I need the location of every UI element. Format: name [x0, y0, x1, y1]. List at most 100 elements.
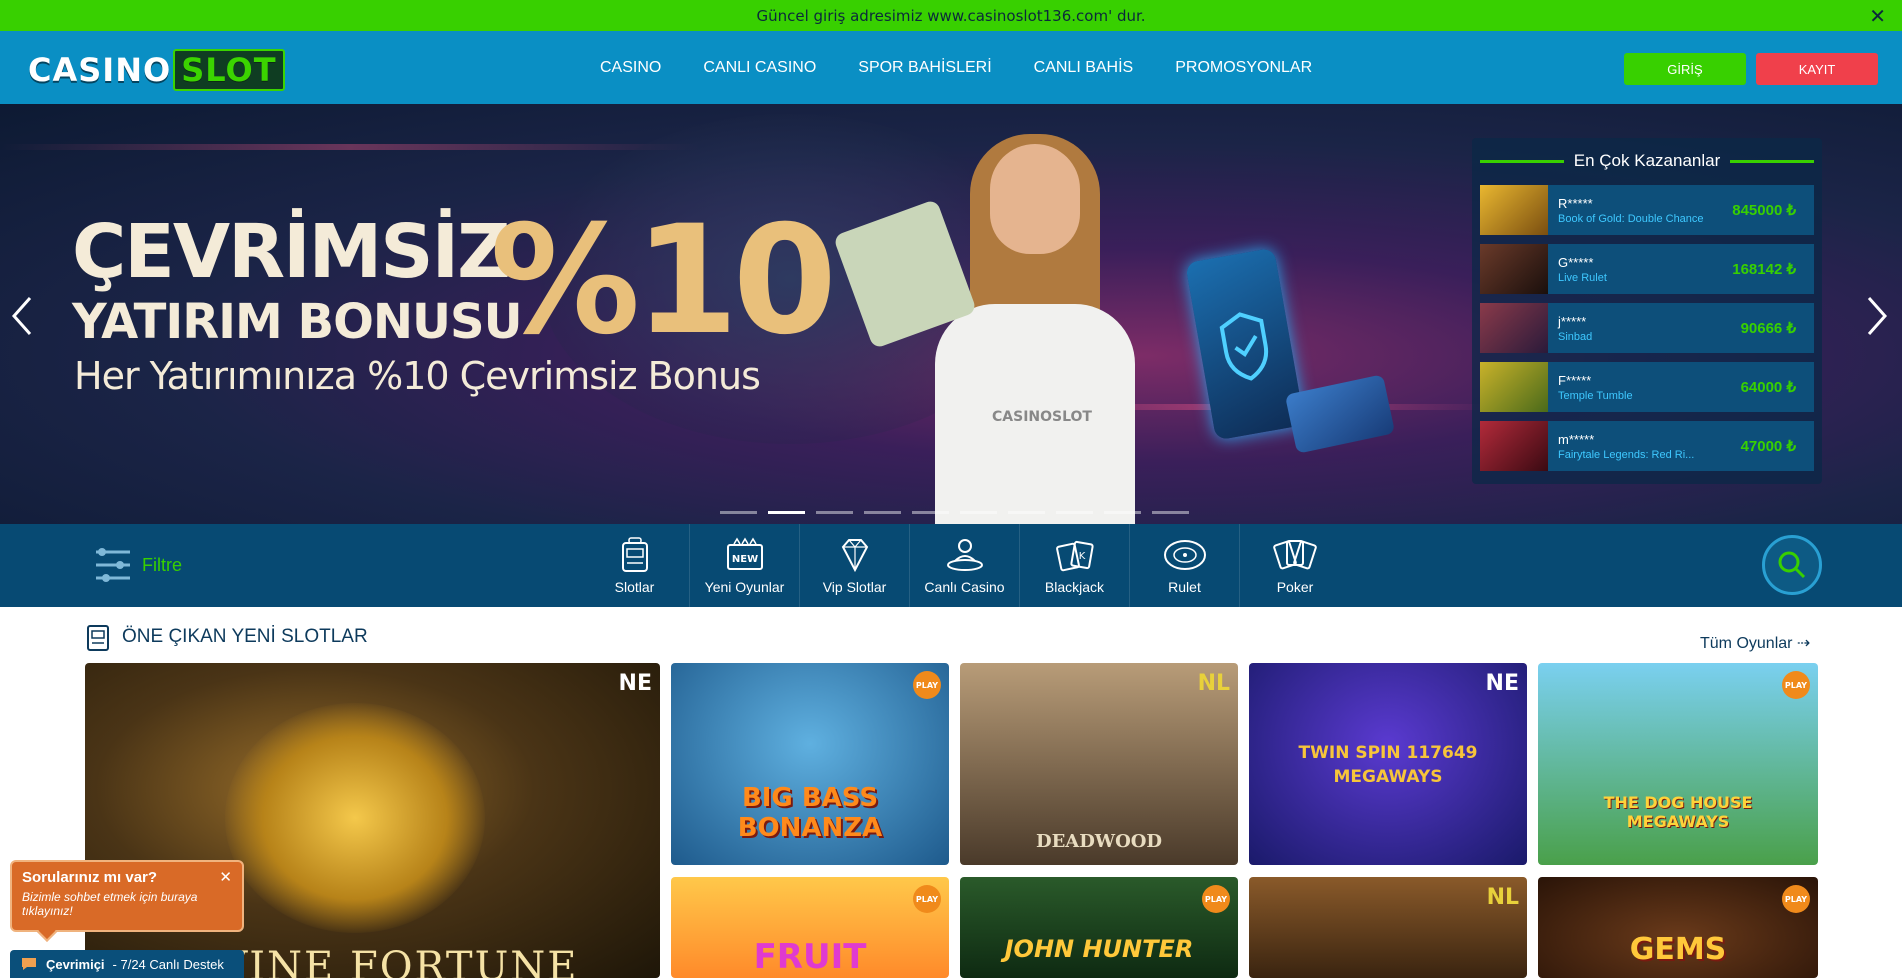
search-button[interactable]	[1762, 535, 1822, 595]
winner-user: G*****	[1558, 254, 1594, 270]
nav-canli-bahis[interactable]: CANLI BAHİS	[1034, 59, 1134, 77]
slider-dot[interactable]	[1152, 511, 1189, 514]
winner-row[interactable]: R***** Book of Gold: Double Chance 84500…	[1480, 185, 1814, 235]
category-vip-slotlar[interactable]: Vip Slotlar	[800, 524, 910, 607]
online-status: Çevrimiçi	[46, 956, 105, 972]
slider-dot-active[interactable]	[768, 511, 805, 514]
category-canli-casino[interactable]: Canlı Casino	[910, 524, 1020, 607]
category-blackjack[interactable]: K Blackjack	[1020, 524, 1130, 607]
game-tile[interactable]: PLAY BIG BASS BONANZA	[671, 663, 949, 865]
hero-model-image: CASINOSLOT	[832, 134, 1180, 524]
game-tile[interactable]: NL DEADWOOD	[960, 663, 1238, 865]
winner-game: Sinbad	[1558, 330, 1593, 343]
category-rulet[interactable]: Rulet	[1130, 524, 1240, 607]
provider-badge: PLAY	[913, 671, 941, 699]
slider-dot[interactable]	[960, 511, 997, 514]
slider-dot[interactable]	[912, 511, 949, 514]
shirt-logo: CASINOSLOT	[992, 409, 1092, 425]
announcement-text: Güncel giriş adresimiz www.casinoslot136…	[756, 6, 1146, 25]
winner-amount: 64000 ₺	[1740, 379, 1796, 396]
close-icon[interactable]: ✕	[219, 868, 232, 886]
live-support-bar[interactable]: Çevrimiçi - 7/24 Canlı Destek	[10, 950, 244, 978]
svg-text:NEW: NEW	[731, 554, 757, 565]
pegasus-graphic	[225, 703, 485, 933]
dealer-icon	[946, 538, 983, 571]
game-title: GEMS	[1629, 932, 1727, 967]
winner-row[interactable]: F***** Temple Tumble 64000 ₺	[1480, 362, 1814, 412]
game-thumbnail	[1480, 303, 1548, 353]
game-tile[interactable]: NL	[1249, 877, 1527, 978]
nav-casino[interactable]: CASINO	[600, 59, 661, 77]
winner-amount: 47000 ₺	[1740, 438, 1796, 455]
credit-card-graphic	[1284, 374, 1396, 454]
slider-dot[interactable]	[720, 511, 757, 514]
main-nav: CASINO CANLI CASINO SPOR BAHİSLERİ CANLI…	[600, 31, 1354, 104]
game-title: JOHN HUNTER	[1004, 935, 1194, 963]
chat-bubble-icon	[22, 958, 36, 970]
game-tile[interactable]: PLAY FRUIT	[671, 877, 949, 978]
game-thumbnail	[1480, 421, 1548, 471]
winner-user: F*****	[1558, 372, 1592, 388]
slot-machine-icon	[621, 536, 648, 572]
search-icon	[1778, 551, 1806, 579]
chevron-right-icon[interactable]	[1865, 294, 1889, 349]
provider-badge: NL	[1486, 885, 1519, 910]
slider-dot[interactable]	[1008, 511, 1045, 514]
slider-dot[interactable]	[1104, 511, 1141, 514]
all-games-link[interactable]: Tüm Oyunlar ⇢	[1700, 633, 1810, 653]
provider-badge: PLAY	[1782, 671, 1810, 699]
hero-banner[interactable]: ÇEVRİMSİZ YATIRIM BONUSU %10 Her Yatırım…	[0, 104, 1902, 524]
winner-game: Live Rulet	[1558, 271, 1607, 284]
site-header: CASINO SLOT CASINO CANLI CASINO SPOR BAH…	[0, 31, 1902, 104]
divider	[1480, 159, 1564, 163]
register-button[interactable]: KAYIT	[1756, 53, 1878, 85]
game-tile[interactable]: PLAY JOHN HUNTER	[960, 877, 1238, 978]
slider-dot[interactable]	[864, 511, 901, 514]
light-streak	[0, 144, 700, 150]
filter-button[interactable]: Filtre	[92, 544, 182, 586]
cards-icon: K	[1055, 540, 1094, 571]
winner-row[interactable]: m***** Fairytale Legends: Red Ri... 4700…	[1480, 421, 1814, 471]
provider-badge: PLAY	[1202, 885, 1230, 913]
sliders-icon	[96, 548, 130, 582]
announcement-bar: Güncel giriş adresimiz www.casinoslot136…	[0, 0, 1902, 31]
roulette-icon	[1163, 539, 1206, 570]
winner-user: m*****	[1558, 431, 1595, 447]
site-logo[interactable]: CASINO SLOT	[28, 49, 285, 91]
winner-row[interactable]: j***** Sinbad 90666 ₺	[1480, 303, 1814, 353]
provider-badge: NL	[1197, 671, 1230, 696]
filter-label: Filtre	[142, 554, 182, 575]
game-thumbnail	[1480, 244, 1548, 294]
slider-dot[interactable]	[816, 511, 853, 514]
winner-game: Book of Gold: Double Chance	[1558, 212, 1704, 225]
slot-machine-icon	[87, 625, 109, 651]
nav-canli-casino[interactable]: CANLI CASINO	[703, 59, 816, 77]
category-slotlar[interactable]: Slotlar	[580, 524, 690, 607]
winner-amount: 845000 ₺	[1732, 202, 1796, 219]
provider-badge: NE	[1485, 671, 1519, 696]
chat-prompt[interactable]: Sorularınız mı var? Bizimle sohbet etmek…	[10, 860, 244, 942]
hero-title-line1: ÇEVRİMSİZ	[72, 209, 511, 295]
game-tile[interactable]: NE TWIN SPIN 117649 MEGAWAYS	[1249, 663, 1527, 865]
category-poker[interactable]: Poker	[1240, 524, 1350, 607]
winner-user: R*****	[1558, 195, 1593, 211]
nav-promosyonlar[interactable]: PROMOSYONLAR	[1175, 59, 1312, 77]
winner-user: j*****	[1558, 313, 1587, 329]
chevron-left-icon[interactable]	[10, 294, 34, 349]
hero-title-line2: YATIRIM BONUSU	[72, 294, 523, 350]
game-tile[interactable]: PLAY GEMS	[1538, 877, 1818, 978]
winner-game: Fairytale Legends: Red Ri...	[1558, 448, 1695, 461]
nav-spor-bahisleri[interactable]: SPOR BAHİSLERİ	[858, 59, 991, 77]
provider-badge: PLAY	[1782, 885, 1810, 913]
game-title: THE DOG HOUSE MEGAWAYS	[1603, 793, 1753, 831]
game-tile[interactable]: PLAY THE DOG HOUSE MEGAWAYS	[1538, 663, 1818, 865]
online-status-desc: - 7/24 Canlı Destek	[112, 956, 224, 972]
game-title: BIG BASS BONANZA	[737, 783, 883, 843]
diamond-icon	[841, 538, 868, 572]
new-badge-icon: NEW	[726, 537, 763, 570]
winner-row[interactable]: G***** Live Rulet 168142 ₺	[1480, 244, 1814, 294]
close-icon[interactable]: ✕	[1869, 4, 1886, 28]
category-yeni-oyunlar[interactable]: NEW Yeni Oyunlar	[690, 524, 800, 607]
slider-dot[interactable]	[1056, 511, 1093, 514]
login-button[interactable]: GİRİŞ	[1624, 53, 1746, 85]
